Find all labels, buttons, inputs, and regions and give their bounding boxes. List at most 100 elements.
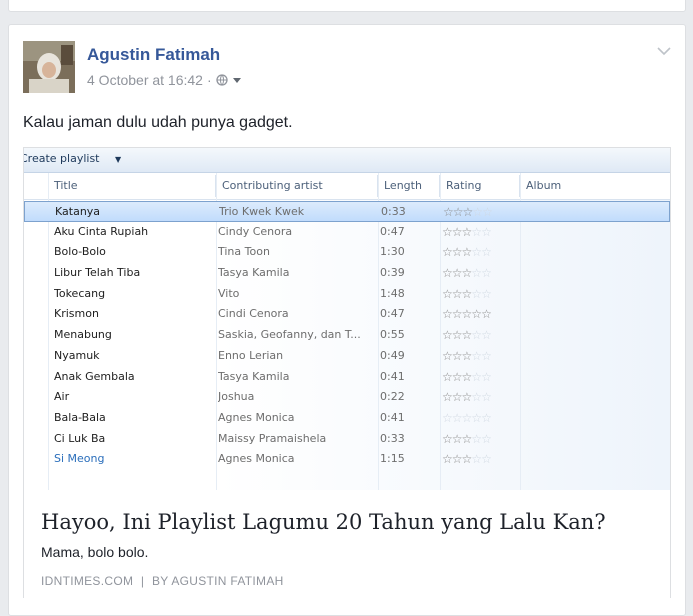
track-row: Anak Gembala Tasya Kamila 0:41 ☆☆☆☆☆ <box>24 367 670 388</box>
track-length: 0:49 <box>380 348 405 362</box>
create-playlist-label: Create playlist <box>24 152 100 165</box>
globe-icon[interactable] <box>215 74 228 86</box>
star-icon: ☆ <box>442 224 453 239</box>
post-text: Kalau jaman dulu udah punya gadget. <box>23 114 293 131</box>
star-icon: ☆ <box>451 266 463 281</box>
star-icon: ☆ <box>451 390 463 405</box>
star-icon: ☆ <box>461 369 473 384</box>
star-icon: ☆ <box>442 348 453 363</box>
track-title: Katanya <box>55 205 101 218</box>
column-length: Length <box>378 175 440 197</box>
star-icon: ☆ <box>471 286 482 301</box>
track-artist: Vito <box>218 286 240 300</box>
track-title: Nyamuk <box>54 348 100 362</box>
star-icon: ☆ <box>451 410 463 425</box>
track-title: Bolo-Bolo <box>54 245 106 259</box>
track-row: Bala-Bala Agnes Monica 0:41 ☆☆☆☆☆ <box>24 408 670 429</box>
rating-stars-icon: ☆☆☆☆☆ <box>442 304 518 324</box>
star-icon: ☆ <box>442 328 453 343</box>
rating-stars-icon: ☆☆☆☆☆ <box>442 346 518 366</box>
star-icon: ☆ <box>481 431 492 446</box>
star-icon: ☆ <box>471 431 482 446</box>
column-album: Album <box>526 179 562 192</box>
star-icon: ☆ <box>481 307 492 322</box>
track-artist: Cindi Cenora <box>218 307 289 321</box>
track-row: Bolo-Bolo Tina Toon 1:30 ☆☆☆☆☆ <box>24 242 670 263</box>
star-icon: ☆ <box>481 266 492 281</box>
track-length: 0:33 <box>381 205 406 218</box>
star-icon: ☆ <box>481 452 492 467</box>
track-length: 1:30 <box>380 245 405 259</box>
track-row: Aku Cinta Rupiah Cindy Cenora 0:47 ☆☆☆☆☆ <box>24 222 670 243</box>
track-title: Libur Telah Tiba <box>54 266 141 280</box>
star-icon: ☆ <box>442 410 453 425</box>
post-options[interactable] <box>657 43 671 59</box>
track-artist: Tina Toon <box>218 245 270 259</box>
star-icon: ☆ <box>461 328 473 343</box>
rating-stars-icon: ☆☆☆☆☆ <box>443 202 519 222</box>
star-icon: ☆ <box>462 205 474 219</box>
star-icon: ☆ <box>481 390 492 405</box>
track-title: Si Meong <box>54 452 105 466</box>
star-icon: ☆ <box>481 328 492 343</box>
star-icon: ☆ <box>471 245 482 260</box>
post-card: Agustin Fatimah 4 October at 16:42 · Kal… <box>8 24 686 616</box>
star-icon: ☆ <box>451 452 463 467</box>
star-icon: ☆ <box>451 286 463 301</box>
caret-down-icon: ▼ <box>115 155 122 164</box>
star-icon: ☆ <box>471 410 482 425</box>
star-icon: ☆ <box>461 307 473 322</box>
column-title: Title <box>48 175 216 197</box>
track-row: Nyamuk Enno Lerian 0:49 ☆☆☆☆☆ <box>24 346 670 367</box>
star-icon: ☆ <box>451 328 463 343</box>
star-icon: ☆ <box>472 205 483 219</box>
source-divider: | <box>140 574 145 588</box>
star-icon: ☆ <box>451 224 463 239</box>
track-artist: Saskia, Geofanny, dan T... <box>218 328 361 342</box>
star-icon: ☆ <box>442 390 453 405</box>
star-icon: ☆ <box>461 266 473 281</box>
star-icon: ☆ <box>471 348 482 363</box>
track-row: Air Joshua 0:22 ☆☆☆☆☆ <box>24 387 670 408</box>
link-title[interactable]: Hayoo, Ini Playlist Lagumu 20 Tahun yang… <box>41 510 606 534</box>
track-title: Anak Gembala <box>54 369 135 383</box>
rating-stars-icon: ☆☆☆☆☆ <box>442 367 518 387</box>
track-title: Menabung <box>54 328 112 342</box>
star-icon: ☆ <box>471 390 482 405</box>
track-rows: Katanya Trio Kwek Kwek 0:33 ☆☆☆☆☆ Aku Cinta … <box>24 201 670 470</box>
caret-down-icon[interactable] <box>232 76 242 84</box>
playlist-list: Title Contributing artist Length Rating … <box>24 173 670 490</box>
star-icon: ☆ <box>471 266 482 281</box>
track-title: Aku Cinta Rupiah <box>54 224 149 238</box>
star-icon: ☆ <box>442 245 453 260</box>
star-icon: ☆ <box>461 452 473 467</box>
track-artist: Tasya Kamila <box>218 266 290 280</box>
track-row: Krismon Cindi Cenora 0:47 ☆☆☆☆☆ <box>24 304 670 325</box>
avatar-photo <box>23 41 75 93</box>
rating-stars-icon: ☆☆☆☆☆ <box>442 429 518 449</box>
track-title: Bala-Bala <box>54 410 106 424</box>
track-row: Si Meong Agnes Monica 1:15 ☆☆☆☆☆ <box>24 449 670 470</box>
rating-stars-icon: ☆☆☆☆☆ <box>442 284 518 304</box>
track-row: Ci Luk Ba Maissy Pramaishela 0:33 ☆☆☆☆☆ <box>24 429 670 450</box>
star-icon: ☆ <box>482 205 493 219</box>
star-icon: ☆ <box>471 369 482 384</box>
star-icon: ☆ <box>451 369 463 384</box>
star-icon: ☆ <box>442 452 453 467</box>
chevron-down-icon <box>657 47 671 56</box>
avatar[interactable] <box>23 41 75 93</box>
star-icon: ☆ <box>471 307 482 322</box>
author-name[interactable]: Agustin Fatimah <box>87 45 220 65</box>
post-meta: 4 October at 16:42 · <box>87 72 242 88</box>
star-icon: ☆ <box>461 224 473 239</box>
star-icon: ☆ <box>471 224 482 239</box>
playlist-toolbar: Create playlist ▼ <box>24 148 670 173</box>
rating-stars-icon: ☆☆☆☆☆ <box>442 263 518 283</box>
link-attachment[interactable]: Create playlist ▼ Title Contributing art… <box>23 147 671 598</box>
post-timestamp[interactable]: 4 October at 16:42 <box>87 72 203 88</box>
track-length: 0:41 <box>380 410 405 424</box>
attachment-image: Create playlist ▼ Title Contributing art… <box>24 148 670 490</box>
star-icon: ☆ <box>461 431 473 446</box>
track-length: 1:15 <box>380 452 405 466</box>
track-artist: Maissy Pramaishela <box>218 431 327 445</box>
